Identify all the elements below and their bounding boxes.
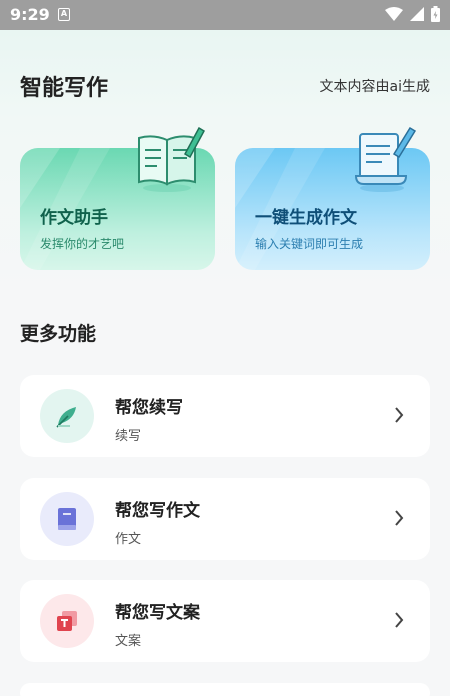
book-icon <box>40 492 94 546</box>
chevron-right-icon <box>395 612 404 628</box>
one-click-essay-subtitle: 输入关键词即可生成 <box>255 237 364 251</box>
write-essay-item[interactable]: 帮您写作文 作文 <box>20 478 430 560</box>
write-copy-title: 帮您写文案 <box>115 603 200 623</box>
ai-generated-note: 文本内容由ai生成 <box>319 79 430 95</box>
one-click-essay-title: 一键生成作文 <box>255 208 357 228</box>
open-book-pen-icon <box>135 124 205 194</box>
next-item-partial[interactable] <box>20 683 430 696</box>
battery-icon <box>431 6 440 22</box>
copy-text-icon <box>40 594 94 648</box>
continue-writing-title: 帮您续写 <box>115 398 183 418</box>
notification-icon: A <box>58 8 70 21</box>
chevron-right-icon <box>395 407 404 423</box>
status-time: 9:29 <box>10 5 50 24</box>
continue-writing-item[interactable]: 帮您续写 续写 <box>20 375 430 457</box>
status-icons <box>385 6 440 22</box>
continue-writing-subtitle: 续写 <box>115 429 142 444</box>
feather-icon <box>40 389 94 443</box>
write-copy-item[interactable]: 帮您写文案 文案 <box>20 580 430 662</box>
write-essay-title: 帮您写作文 <box>115 501 200 521</box>
scroll-pen-icon <box>350 124 420 194</box>
chevron-right-icon <box>395 510 404 526</box>
write-essay-subtitle: 作文 <box>115 532 142 547</box>
essay-assistant-title: 作文助手 <box>40 208 108 228</box>
signal-icon <box>410 7 424 21</box>
page-title: 智能写作 <box>20 76 109 101</box>
essay-assistant-subtitle: 发挥你的才艺吧 <box>40 237 125 251</box>
write-copy-subtitle: 文案 <box>115 634 142 649</box>
status-bar: 9:29 A <box>0 0 450 30</box>
more-features-title: 更多功能 <box>20 323 97 345</box>
wifi-icon <box>385 7 403 21</box>
